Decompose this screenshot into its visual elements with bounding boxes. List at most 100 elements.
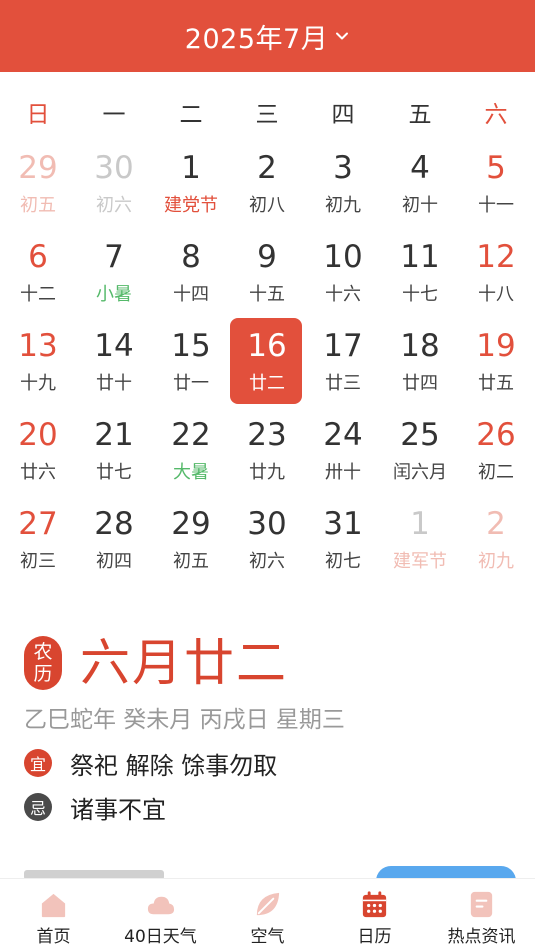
day-lunar-label: 廿五 [478,373,514,394]
calendar-day[interactable]: 23 廿九 [229,407,305,496]
calendar-day[interactable]: 5 十一 [458,140,534,229]
day-number: 18 [400,328,440,364]
day-number: 7 [104,239,124,275]
day-lunar-label: 闰六月 [393,462,447,483]
seal-top-char: 农 [33,641,53,663]
chevron-down-icon[interactable] [334,28,350,44]
day-number: 3 [333,150,353,186]
calendar-day[interactable]: 12 十八 [458,229,534,318]
calendar-day[interactable]: 1 建军节 [382,496,458,585]
calendar-day[interactable]: 27 初三 [0,496,76,585]
calendar-day[interactable]: 29 初五 [153,496,229,585]
day-lunar-label: 十二 [20,284,56,305]
calendar-day[interactable]: 15 廿一 [153,318,229,407]
calendar-day[interactable]: 22 大暑 [153,407,229,496]
calendar-icon [362,891,387,918]
calendar-day[interactable]: 21 廿七 [76,407,152,496]
day-lunar-label: 初七 [325,551,361,572]
bottom-tab-bar: 首页 40日天气 空气 日历 热点资讯 [0,878,535,952]
calendar-day[interactable]: 4 初十 [382,140,458,229]
day-lunar-label: 初四 [96,551,132,572]
calendar-day[interactable]: 2 初八 [229,140,305,229]
day-number: 1 [181,150,201,186]
day-number: 9 [257,239,277,275]
tab-home[interactable]: 首页 [0,879,107,952]
ji-row: 忌 诸事不宜 [24,791,166,824]
calendar-day[interactable]: 28 初四 [76,496,152,585]
day-number: 28 [94,506,134,542]
calendar-day[interactable]: 8 十四 [153,229,229,318]
calendar-day[interactable]: 2 初九 [458,496,534,585]
calendar-day[interactable]: 9 十五 [229,229,305,318]
calendar-day[interactable]: 6 十二 [0,229,76,318]
day-number: 24 [323,417,363,453]
day-number: 5 [486,150,506,186]
day-number: 14 [94,328,134,364]
day-lunar-label: 十八 [478,284,514,305]
calendar-day[interactable]: 14 廿十 [76,318,152,407]
day-number: 1 [410,506,430,542]
day-lunar-label: 十七 [402,284,438,305]
day-number: 4 [410,150,430,186]
calendar-day[interactable]: 31 初七 [305,496,381,585]
tab-hot-news[interactable]: 热点资讯 [428,879,535,952]
day-lunar-label: 廿一 [173,373,209,394]
day-lunar-label: 廿四 [402,373,438,394]
calendar-day[interactable]: 19 廿五 [458,318,534,407]
calendar-day[interactable]: 3 初九 [305,140,381,229]
day-number: 13 [18,328,58,364]
calendar-day[interactable]: 11 十七 [382,229,458,318]
calendar-day[interactable]: 24 卅十 [305,407,381,496]
weekday-row: 日 一 二 三 四 五 六 [0,95,535,135]
day-number: 21 [94,417,134,453]
leaf-icon [256,892,280,916]
day-lunar-label: 十九 [20,373,56,394]
calendar-day[interactable]: 29 初五 [0,140,76,229]
day-number: 29 [171,506,211,542]
day-number: 8 [181,239,201,275]
day-number: 26 [476,417,516,453]
calendar-day[interactable]: 25 闰六月 [382,407,458,496]
day-lunar-label: 建党节 [164,195,218,216]
day-lunar-label: 初二 [478,462,514,483]
day-lunar-label: 廿九 [249,462,285,483]
tab-home-label: 首页 [36,927,71,947]
calendar-day[interactable]: 20 廿六 [0,407,76,496]
tab-air[interactable]: 空气 [214,879,321,952]
day-lunar-label: 初八 [249,195,285,216]
tab-calendar-label: 日历 [357,927,392,947]
weekday-sun: 日 [26,102,50,128]
calendar-day[interactable]: 18 廿四 [382,318,458,407]
day-number: 2 [486,506,506,542]
day-number: 30 [94,150,134,186]
day-number: 2 [257,150,277,186]
yi-badge: 宜 [24,749,52,777]
yi-row: 宜 祭祀 解除 馀事勿取 [24,747,277,780]
day-number: 25 [400,417,440,453]
day-lunar-label: 初九 [325,195,361,216]
calendar-day[interactable]: 1 建党节 [153,140,229,229]
day-lunar-label: 初九 [478,551,514,572]
day-lunar-label: 廿三 [325,373,361,394]
day-lunar-label: 廿十 [96,373,132,394]
day-lunar-label: 初五 [20,195,56,216]
day-lunar-label: 十一 [478,195,514,216]
month-title[interactable]: 2025年7月 [185,17,328,56]
calendar-day[interactable]: 17 廿三 [305,318,381,407]
day-lunar-label: 廿七 [96,462,132,483]
calendar-day[interactable]: 26 初二 [458,407,534,496]
month-header[interactable]: 2025年7月 [0,0,535,72]
calendar-day[interactable]: 30 初六 [76,140,152,229]
day-lunar-label: 廿二 [249,373,285,394]
day-lunar-label: 十四 [173,284,209,305]
calendar-day[interactable]: 7 小暑 [76,229,152,318]
day-lunar-label: 初六 [96,195,132,216]
weekday-thu: 四 [331,102,355,128]
calendar-day[interactable]: 30 初六 [229,496,305,585]
calendar-day[interactable]: 10 十六 [305,229,381,318]
calendar-day-selected[interactable]: 16 廿二 [229,318,305,407]
calendar-day[interactable]: 13 十九 [0,318,76,407]
tab-40day-weather[interactable]: 40日天气 [107,879,214,952]
day-lunar-label: 建军节 [393,551,447,572]
tab-calendar[interactable]: 日历 [321,879,428,952]
